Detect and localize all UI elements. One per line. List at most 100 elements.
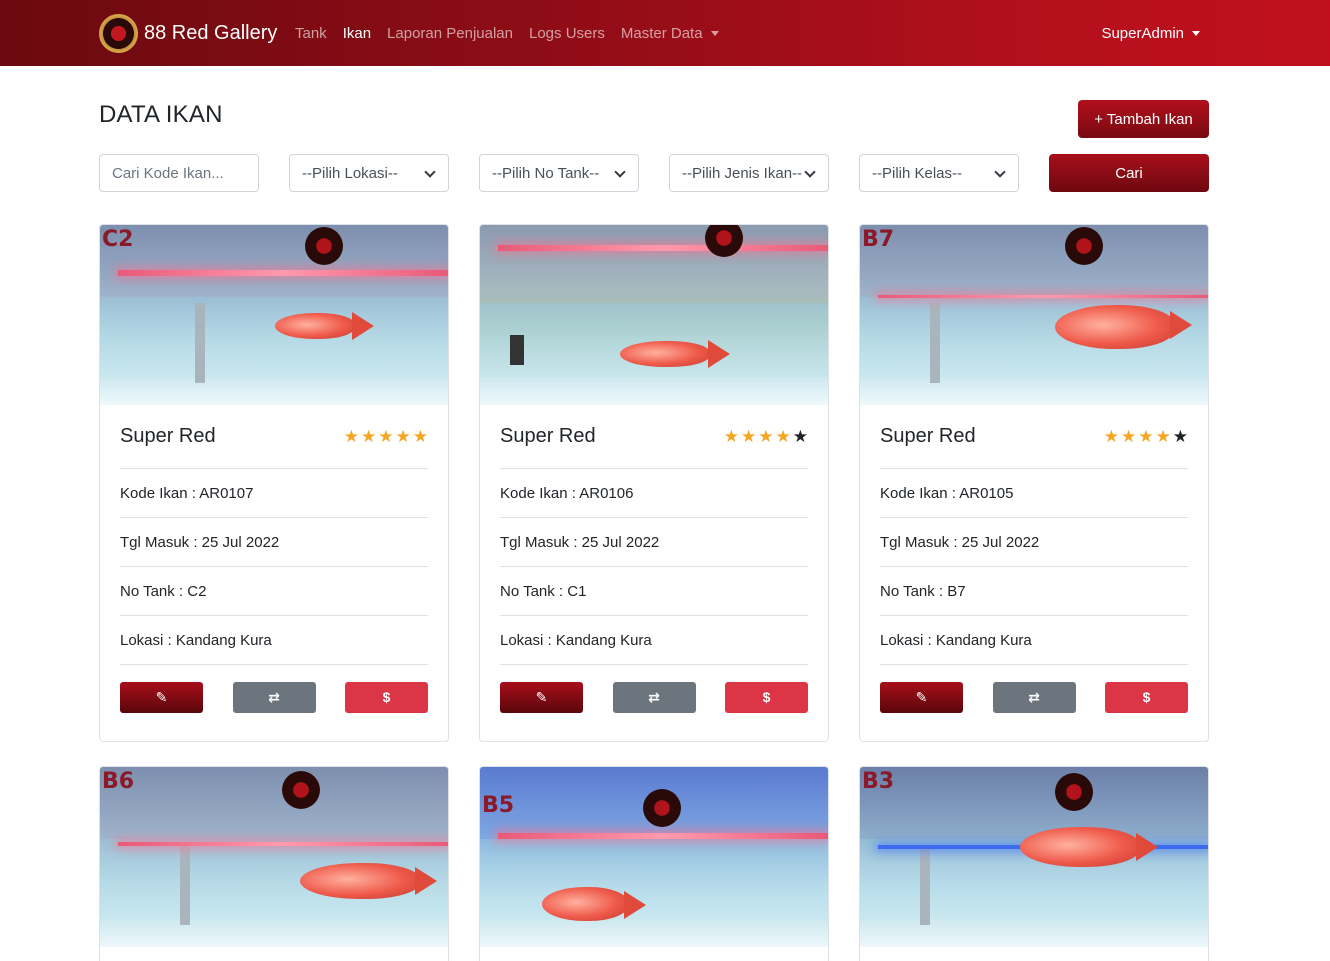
- star-icon: ★: [1155, 427, 1171, 446]
- tank-tag: C2: [102, 227, 134, 252]
- tank-tag: B3: [862, 769, 895, 794]
- search-input[interactable]: Cari Kode Ikan...: [99, 154, 259, 192]
- star-icon: ★: [395, 427, 411, 446]
- star-icon: ★: [723, 427, 739, 446]
- fish-code: Kode Ikan : AR0105: [880, 469, 1188, 518]
- chevron-down-icon: [804, 166, 816, 178]
- dollar-icon: $: [382, 689, 391, 705]
- sell-button[interactable]: $: [1105, 681, 1188, 713]
- nav-link-master-data-label: Master Data: [620, 24, 703, 42]
- fish-photo[interactable]: B6: [100, 767, 448, 947]
- move-button[interactable]: ⇄: [232, 681, 316, 713]
- nav-link-master-data[interactable]: Master Data: [621, 25, 719, 42]
- tank-number-select[interactable]: --Pilih No Tank--: [479, 154, 639, 192]
- edit-button[interactable]: ✎: [880, 681, 963, 713]
- edit-button[interactable]: ✎: [500, 681, 583, 713]
- edit-icon: ✎: [915, 688, 928, 705]
- class-select-value: --Pilih Kelas--: [872, 164, 963, 182]
- fish-name: Super Red: [120, 425, 216, 447]
- chevron-down-icon: [424, 166, 436, 178]
- star-icon: ★: [1172, 427, 1188, 446]
- brand[interactable]: 88 Red Gallery: [99, 13, 277, 53]
- fish-type-select[interactable]: --Pilih Jenis Ikan--: [669, 154, 829, 192]
- fish-card: B5: [479, 766, 829, 961]
- emblem-icon: [1065, 227, 1103, 265]
- location: Lokasi : Kandang Kura: [500, 616, 808, 665]
- entry-date: Tgl Masuk : 25 Jul 2022: [500, 518, 808, 567]
- search-button[interactable]: Cari: [1049, 154, 1209, 192]
- move-button[interactable]: ⇄: [612, 681, 696, 713]
- star-icon: ★: [1121, 427, 1137, 446]
- tank-tag: B7: [862, 227, 895, 252]
- star-icon: ★: [361, 427, 377, 446]
- dollar-icon: $: [762, 689, 771, 705]
- emblem-icon: [705, 225, 743, 257]
- rating-stars: ★ ★ ★ ★ ★: [342, 428, 428, 445]
- exchange-icon: ⇄: [1028, 688, 1040, 705]
- rating-stars: ★ ★ ★ ★ ★: [1102, 428, 1188, 445]
- tank-number-select-value: --Pilih No Tank--: [492, 164, 600, 182]
- location-select[interactable]: --Pilih Lokasi--: [289, 154, 449, 192]
- emblem-icon: [282, 771, 320, 809]
- fish-card: Super Red ★ ★ ★ ★ ★ Kode Ikan : AR0106 Tgl M…: [479, 224, 829, 742]
- emblem-icon: [305, 227, 343, 265]
- star-icon: ★: [792, 427, 808, 446]
- fish-photo[interactable]: B5: [480, 767, 828, 947]
- edit-button[interactable]: ✎: [120, 681, 203, 713]
- star-icon: ★: [1103, 427, 1119, 446]
- fish-name: Super Red: [880, 425, 976, 447]
- location: Lokasi : Kandang Kura: [880, 616, 1188, 665]
- sell-button[interactable]: $: [345, 681, 428, 713]
- tank-number: No Tank : B7: [880, 567, 1188, 616]
- fish-photo[interactable]: [480, 225, 828, 405]
- brand-name: 88 Red Gallery: [144, 21, 278, 44]
- chevron-down-icon: [994, 166, 1006, 178]
- rating-stars: ★ ★ ★ ★ ★: [722, 428, 808, 445]
- caret-down-icon: [710, 31, 719, 37]
- star-icon: ★: [343, 427, 359, 446]
- star-icon: ★: [378, 427, 394, 446]
- tank-tag: B5: [482, 793, 515, 818]
- navbar: 88 Red Gallery Tank Ikan Laporan Penjual…: [0, 0, 1330, 66]
- nav-links: Tank Ikan Laporan Penjualan Logs Users M…: [295, 0, 735, 66]
- edit-icon: ✎: [155, 688, 168, 705]
- fish-type-select-value: --Pilih Jenis Ikan--: [682, 164, 803, 182]
- tank-tag: B6: [102, 769, 135, 794]
- nav-link-tank[interactable]: Tank: [295, 25, 327, 42]
- user-menu[interactable]: SuperAdmin: [1101, 0, 1200, 66]
- tank-number: No Tank : C1: [500, 567, 808, 616]
- exchange-icon: ⇄: [648, 688, 660, 705]
- fish-photo[interactable]: C2: [100, 225, 448, 405]
- move-button[interactable]: ⇄: [992, 681, 1076, 713]
- fish-card: C2 Super Red ★ ★ ★ ★ ★ Kode Ikan : AR0107 Tg…: [99, 224, 449, 742]
- location: Lokasi : Kandang Kura: [120, 616, 428, 665]
- location-select-value: --Pilih Lokasi--: [302, 164, 398, 182]
- entry-date: Tgl Masuk : 25 Jul 2022: [880, 518, 1188, 567]
- fish-card: B7 Super Red ★ ★ ★ ★ ★ Kode Ikan : AR0105 Tg…: [859, 224, 1209, 742]
- class-select[interactable]: --Pilih Kelas--: [859, 154, 1019, 192]
- page-title: DATA IKAN: [99, 101, 223, 128]
- star-icon: ★: [741, 427, 757, 446]
- nav-link-laporan-penjualan[interactable]: Laporan Penjualan: [387, 25, 513, 42]
- nav-link-ikan[interactable]: Ikan: [343, 25, 371, 42]
- fish-photo[interactable]: B3: [860, 767, 1208, 947]
- edit-icon: ✎: [535, 688, 548, 705]
- emblem-icon: [643, 789, 681, 827]
- fish-code: Kode Ikan : AR0107: [120, 469, 428, 518]
- tank-number: No Tank : C2: [120, 567, 428, 616]
- caret-down-icon: [1192, 30, 1200, 36]
- star-icon: ★: [758, 427, 774, 446]
- chevron-down-icon: [614, 166, 626, 178]
- fish-code: Kode Ikan : AR0106: [500, 469, 808, 518]
- exchange-icon: ⇄: [268, 688, 280, 705]
- entry-date: Tgl Masuk : 25 Jul 2022: [120, 518, 428, 567]
- star-icon: ★: [412, 427, 428, 446]
- search-input-placeholder: Cari Kode Ikan...: [112, 164, 224, 182]
- brand-logo-icon: [99, 13, 138, 53]
- nav-link-logs-users[interactable]: Logs Users: [529, 25, 605, 42]
- fish-photo[interactable]: B7: [860, 225, 1208, 405]
- star-icon: ★: [775, 427, 791, 446]
- sell-button[interactable]: $: [725, 681, 808, 713]
- add-fish-button[interactable]: + Tambah Ikan: [1078, 100, 1209, 138]
- fish-name: Super Red: [500, 425, 596, 447]
